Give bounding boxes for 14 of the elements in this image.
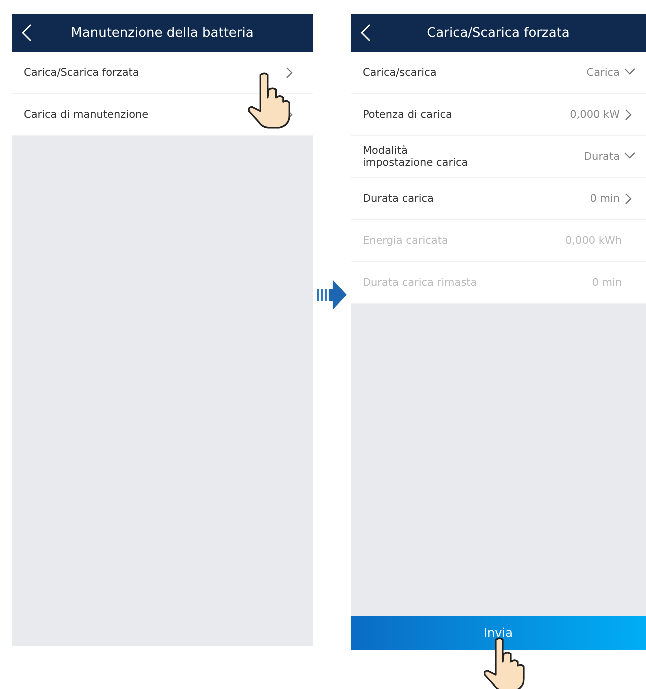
submit-button[interactable]: Invia: [350, 616, 646, 650]
setting-row: Durata carica rimasta 0 min: [350, 262, 646, 304]
back-icon[interactable]: [360, 24, 371, 42]
setting-row[interactable]: Durata carica 0 min: [350, 178, 646, 220]
setting-row[interactable]: Modalità impostazione carica Durata: [350, 136, 646, 178]
arrow-icon: [317, 280, 347, 310]
menu-item[interactable]: Carica di manutenzione: [12, 94, 314, 136]
screen-title: Manutenzione della batteria: [71, 26, 254, 40]
setting-row: Energia caricata 0,000 kWh: [350, 220, 646, 262]
setting-row[interactable]: Carica/scarica Carica: [350, 52, 646, 94]
screen-title: Carica/Scarica forzata: [427, 26, 570, 40]
back-icon[interactable]: [22, 24, 32, 42]
setting-row[interactable]: Potenza di carica 0,000 kW: [350, 94, 646, 136]
menu-item[interactable]: Carica/Scarica forzata: [12, 52, 314, 94]
